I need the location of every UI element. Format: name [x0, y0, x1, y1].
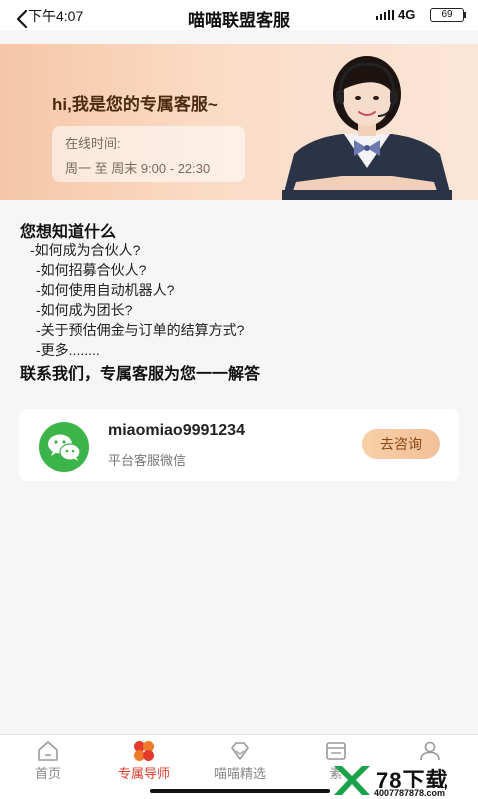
faq-item: -更多........	[36, 342, 100, 358]
signal-icon	[376, 10, 394, 20]
consult-button[interactable]: 去咨询	[362, 429, 440, 459]
tab-label: 首页	[34, 766, 61, 781]
faq-item: -如何成为团长?	[36, 302, 133, 318]
tab-label: 喵喵精选	[213, 766, 266, 781]
customer-service-agent-image	[282, 56, 452, 200]
customer-service-banner: hi,我是您的专属客服~ 在线时间: 周一 至 周末 9:00 - 22:30	[0, 44, 478, 200]
watermark: 78下载 4007787878.com	[330, 763, 478, 798]
home-indicator	[150, 789, 330, 793]
wechat-id-description: 平台客服微信	[108, 453, 187, 468]
battery-tip	[464, 12, 466, 18]
home-icon	[38, 741, 58, 761]
battery-level: 69	[441, 9, 453, 20]
wechat-icon	[39, 422, 89, 472]
watermark-url: 4007787878.com	[374, 788, 446, 798]
status-bar: 下午4:07 喵喵联盟客服 4G 69	[0, 0, 478, 30]
faq-footer: 联系我们，专属客服为您一一解答	[20, 366, 261, 383]
service-hours-value: 周一 至 周末 9:00 - 22:30	[65, 161, 211, 176]
service-hours-label: 在线时间:	[65, 136, 121, 151]
mentor-icon	[134, 741, 154, 761]
battery-icon: 69	[430, 8, 464, 22]
contact-card: miaomiao9991234 平台客服微信 去咨询	[19, 409, 459, 481]
faq-item: -如何招募合伙人?	[36, 262, 147, 278]
tab-label: 专属导师	[117, 766, 170, 781]
network-label: 4G	[398, 7, 416, 22]
card-icon	[326, 742, 346, 760]
banner-headline: hi,我是您的专属客服~	[52, 95, 218, 114]
faq-item: -关于预估佣金与订单的结算方式?	[36, 322, 245, 338]
faq-item: -如何使用自动机器人?	[36, 282, 175, 298]
service-hours-card: 在线时间: 周一 至 周末 9:00 - 22:30	[52, 126, 245, 182]
faq-heading: 您想知道什么	[20, 224, 117, 241]
diamond-icon	[231, 742, 249, 760]
wechat-id: miaomiao9991234	[108, 422, 245, 439]
watermark-logo-icon	[334, 766, 370, 795]
profile-icon	[420, 741, 440, 761]
faq-item: -如何成为合伙人?	[30, 242, 141, 258]
tab-home[interactable]: 首页	[0, 735, 96, 799]
